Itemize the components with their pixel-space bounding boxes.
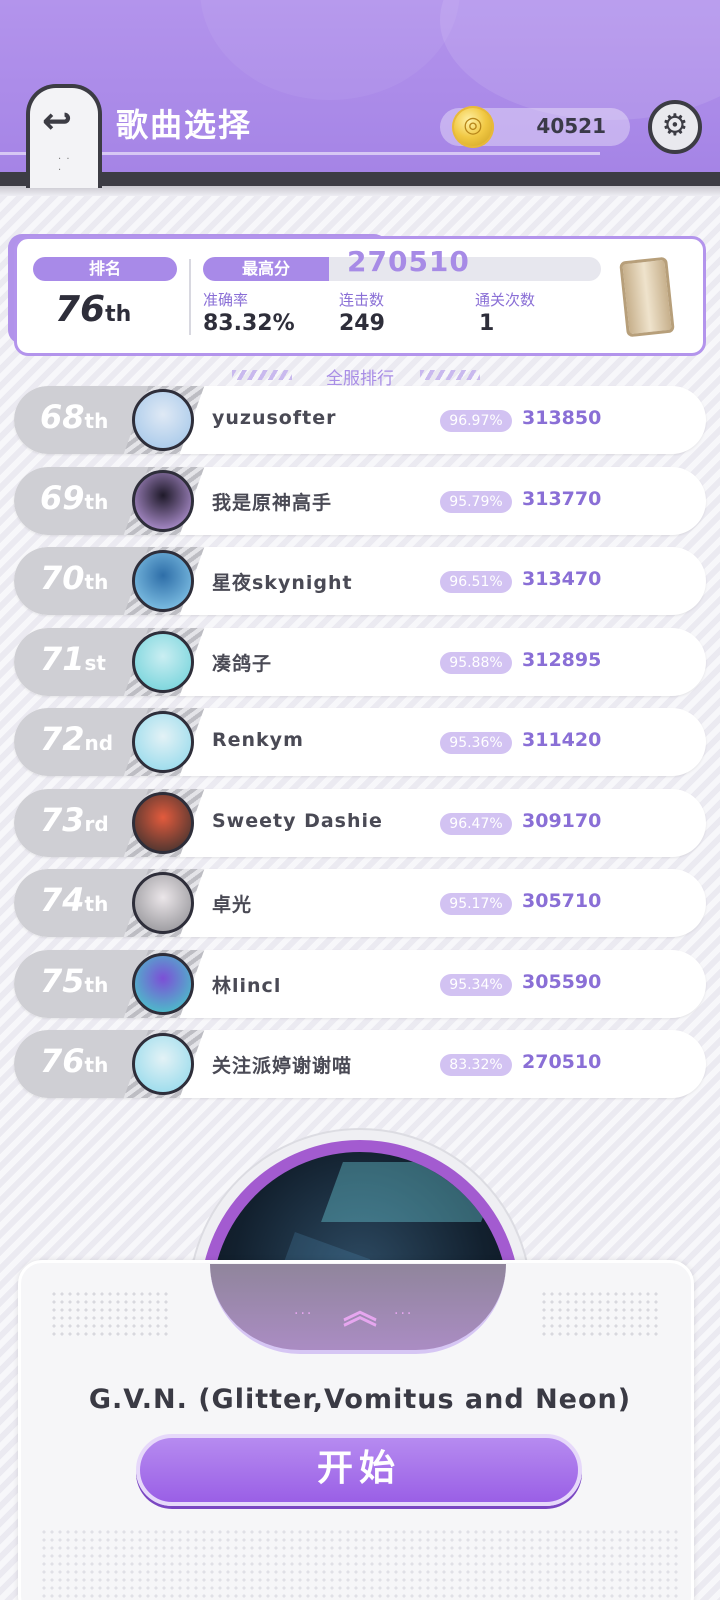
highscore-value: 270510 [347, 245, 470, 278]
row-rank: 73rd [40, 800, 109, 839]
leaderboard-row[interactable]: 68th yuzusofter 96.97% 313850 [14, 386, 706, 454]
player-score: 305590 [522, 970, 602, 993]
avatar [132, 630, 194, 693]
avatar [132, 389, 194, 451]
my-stats-panel: 排名 76th 最高分 270510 准确率 83.32% 连击数 249 通关… [14, 236, 706, 356]
avatar [132, 550, 194, 612]
player-score: 313470 [522, 568, 602, 590]
highscore-label: 最高分 [203, 257, 329, 281]
back-arrow-icon: ↩ [42, 101, 73, 142]
leaderboard-row[interactable]: 72nd Renkym 95.36% 311420 [14, 708, 706, 776]
dots-decoration [540, 1290, 660, 1340]
title-decoration [420, 370, 480, 380]
combo-label: 连击数 [339, 291, 385, 309]
row-rank: 70th [40, 559, 109, 597]
row-rank: 74th [40, 881, 109, 919]
coin-count: 40521 [536, 114, 606, 138]
player-name: 我是原神高手 [212, 491, 333, 514]
row-rank: 71st [40, 639, 106, 678]
player-name: 星夜skynight [212, 572, 353, 594]
page-title: 歌曲选择 [116, 106, 253, 144]
player-score: 309170 [522, 809, 602, 832]
rank-label: 排名 [33, 257, 177, 281]
player-score: 311420 [522, 729, 602, 751]
player-score: 313770 [522, 487, 602, 510]
accuracy-badge: 96.47% [440, 812, 512, 835]
player-score: 312895 [522, 648, 602, 671]
my-rank: 76th [55, 289, 132, 330]
accuracy-badge: 95.34% [440, 973, 512, 996]
player-name: yuzusofter [212, 407, 337, 429]
player-name: 林lincl [212, 974, 282, 997]
settings-button[interactable]: ⚙ [648, 100, 702, 154]
header-bar [0, 0, 720, 172]
avatar [132, 469, 194, 532]
leaderboard-row[interactable]: 73rd Sweety Dashie 96.47% 309170 [14, 788, 706, 857]
player-name: Renkym [212, 729, 304, 751]
leaderboard-row[interactable]: 70th 星夜skynight 96.51% 313470 [14, 547, 706, 615]
row-rank: 68th [40, 398, 109, 436]
dots-decoration [40, 1528, 680, 1600]
accuracy-badge: 96.51% [440, 571, 512, 593]
accuracy-badge: 96.97% [440, 410, 512, 432]
song-title: G.V.N. (Glitter,Vomitus and Neon) [88, 1384, 632, 1415]
accuracy-badge: 95.17% [440, 893, 512, 915]
player-score: 305710 [522, 890, 602, 912]
clears-label: 通关次数 [475, 291, 536, 309]
chevron-up-icon[interactable]: ︽ [330, 1290, 390, 1334]
header-divider [0, 172, 720, 196]
avatar [132, 1033, 194, 1095]
avatar [132, 872, 194, 934]
row-rank: 69th [40, 478, 109, 517]
accuracy-badge: 83.32% [440, 1054, 512, 1076]
avatar [132, 791, 194, 854]
divider [189, 259, 191, 335]
player-name: 关注派婷谢谢喵 [212, 1055, 353, 1077]
clears-value: 1 [479, 311, 495, 336]
accuracy-badge: 95.79% [440, 490, 512, 513]
accuracy-value: 83.32% [203, 311, 295, 336]
accuracy-badge: 95.36% [440, 732, 512, 754]
player-score: 270510 [522, 1051, 602, 1073]
leaderboard-row[interactable]: 71st 凑鸽子 95.88% 312895 [14, 627, 706, 696]
start-button[interactable]: 开始 [136, 1434, 582, 1506]
player-name: Sweety Dashie [212, 809, 383, 832]
coin-balance: ◎ 40521 [440, 106, 630, 148]
player-score: 313850 [522, 407, 602, 429]
coin-icon: ◎ [452, 106, 494, 148]
gear-icon: ⚙ [661, 108, 689, 143]
back-button[interactable]: ↩ · · · [26, 84, 102, 188]
dots-decoration: · · · [58, 154, 71, 176]
leaderboard-row[interactable]: 76th 关注派婷谢谢喵 83.32% 270510 [14, 1030, 706, 1098]
leaderboard-row[interactable]: 75th 林lincl 95.34% 305590 [14, 949, 706, 1018]
accuracy-label: 准确率 [203, 291, 249, 309]
avatar [132, 711, 194, 773]
row-rank: 72nd [40, 720, 114, 758]
combo-value: 249 [339, 311, 385, 336]
row-rank: 76th [40, 1042, 109, 1080]
leaderboard-row[interactable]: 69th 我是原神高手 95.79% 313770 [14, 466, 706, 535]
trophy-cup-icon [619, 256, 675, 338]
accuracy-badge: 95.88% [440, 651, 512, 674]
leaderboard-row[interactable]: 74th 卓光 95.17% 305710 [14, 869, 706, 937]
dots-decoration [50, 1290, 170, 1340]
row-rank: 75th [40, 961, 109, 1000]
player-name: 凑鸽子 [212, 652, 273, 675]
player-name: 卓光 [212, 894, 253, 916]
avatar [132, 952, 194, 1015]
